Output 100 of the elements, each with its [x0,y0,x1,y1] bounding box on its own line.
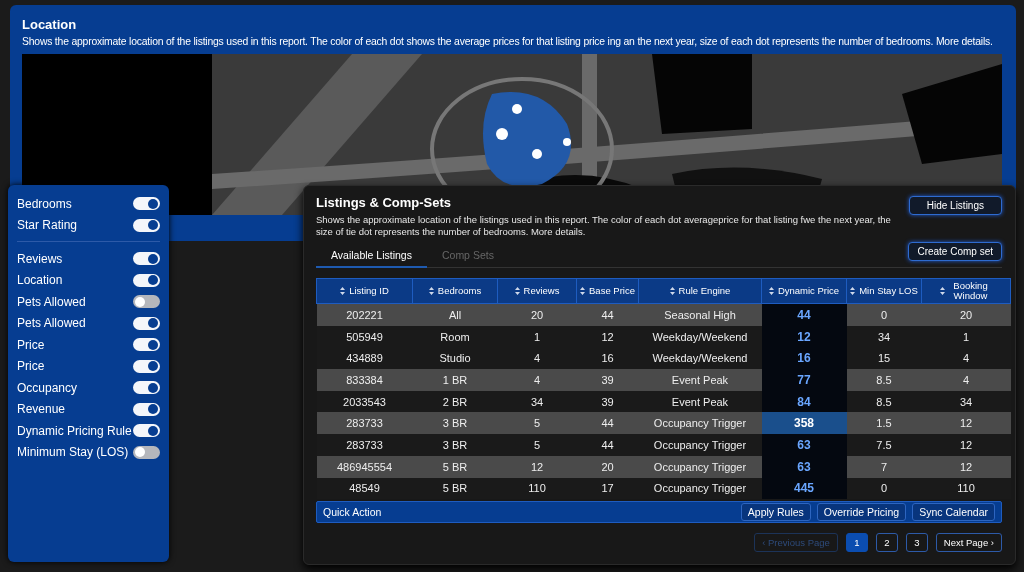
table-cell: 12 [921,434,1011,456]
sort-icon [580,286,586,295]
column-label: Min Stay LOS [859,285,918,296]
column-label: Rule Engine [678,285,731,296]
action-button[interactable]: Sync Calendar [912,503,995,522]
column-label: Bedrooms [437,285,482,296]
table-row[interactable]: 202221 All 20 44 Seasonal High 44 0 20 [316,303,1011,326]
table-row[interactable]: 434889 Studio 4 16 Weekday/Weekend 16 15 4 [316,347,1011,370]
table-cell: 5 [497,412,577,435]
column-label: Listing ID [349,285,389,296]
table-cell: 1.5 [846,412,922,435]
sort-icon [850,286,856,295]
sort-icon [939,287,945,295]
table-cell: 44 [576,434,639,456]
table-row[interactable]: 486945554 5 BR 12 20 Occupancy Trigger 63 7 12 [316,455,1011,478]
filter-label: Reviews [17,251,63,266]
sort-icon [340,286,346,295]
table-cell: 833384 [316,369,413,391]
filter-label: Pets Allowed [17,316,86,331]
filter-label: Price [17,337,45,352]
column-header[interactable]: Dynamic Price [761,278,847,304]
page-button[interactable]: 1 [845,533,868,553]
table-row[interactable]: 2033543 2 BR 34 39 Event Peak 84 8.5 34 [316,390,1011,413]
price-cell: 358 [761,412,847,435]
column-label: Booking Window [952,281,989,301]
table-cell: Event Peak [638,369,762,391]
table-cell: Occupancy Trigger [638,412,762,435]
column-header[interactable]: Reviews [497,278,577,304]
table-cell: 3 BR [412,412,498,435]
action-button[interactable]: Apply Rules [740,503,811,522]
column-header[interactable]: Listing ID [316,278,413,304]
table-cell: Occupancy Trigger [638,434,762,456]
filter-label: Minimum Stay (LOS) [17,445,129,460]
column-header[interactable]: Base Price [576,278,639,304]
panel-description: Shows the approximate location of the listings used in this report. The color of each dot averageprice for that listing fwe the next year, the size of tie dot represents the number of bedrooms. More details. [316,214,892,238]
toggle-switch[interactable] [133,338,160,352]
filter-label: Occupancy [17,380,78,395]
hide-listings-button[interactable]: Hide Listings [908,196,1002,215]
toggle-switch[interactable] [133,252,160,266]
table-cell: 202221 [316,303,413,326]
table-cell: 283733 [316,412,413,435]
column-header[interactable]: Booking Window [921,278,1011,304]
table-row[interactable]: 505949 Room 1 12 Weekday/Weekend 12 34 1 [316,325,1011,348]
toggle-switch[interactable] [133,218,160,232]
filter-label: Price [17,359,45,374]
panel-title: Listings & Comp-Sets [316,195,453,210]
table-row[interactable]: 283733 3 BR 5 44 Occupancy Trigger 63 7.5 12 [316,434,1011,456]
table-row[interactable]: 833384 1 BR 4 39 Event Peak 77 8.5 4 [316,369,1011,391]
table-cell: 7.5 [846,434,922,456]
price-cell: 16 [761,347,847,370]
table-cell: 283733 [316,434,413,456]
panel-description: Shows the approximate location of the listings used in this report. The color of each dot shows the average prices for that listing price ing an the next year, size of each dot represents the number of bedrooms. More details. [22,35,993,48]
sort-icon [669,286,675,295]
tab[interactable]: Available Listings [316,245,427,268]
table-cell: 3 BR [412,434,498,456]
table-cell: 39 [576,369,639,391]
table-row[interactable]: 283733 3 BR 5 44 Occupancy Trigger 358 1.5 12 [316,412,1011,435]
table-cell: 5 [497,434,577,456]
page-button[interactable]: 2 [875,533,898,553]
column-label: Base Price [589,285,635,296]
filter-label: Pets Allowed [17,294,86,309]
filter-label: Dynamic Pricing Rule [17,423,132,438]
next-page-button[interactable]: Next Page › [935,533,1002,553]
table-cell: 4 [497,369,577,391]
toggle-switch[interactable] [133,381,160,395]
panel-title: Location [22,17,78,32]
column-header[interactable]: Min Stay LOS [846,278,922,304]
table-cell: 44 [576,412,639,435]
toggle-switch[interactable] [133,402,160,416]
table-cell: 2033543 [316,390,413,413]
table-cell: 486945554 [316,455,413,478]
toggle-switch[interactable] [133,295,160,309]
toggle-switch[interactable] [133,445,160,459]
table-cell: 1 BR [412,369,498,391]
column-header[interactable]: Rule Engine [638,278,762,304]
price-cell: 63 [761,434,847,456]
table-cell: 15 [846,347,922,370]
price-cell: 77 [761,369,847,391]
sort-icon [768,286,774,295]
table-row[interactable]: 48549 5 BR 110 17 Occupancy Trigger 445 0 110 [316,477,1011,500]
filter-label: Bedrooms [17,196,72,211]
filter-label: Star Rating [17,218,78,233]
toggle-switch[interactable] [133,359,160,373]
create-button[interactable]: Create Comp set [908,242,1002,261]
sort-icon [428,286,434,295]
toggle-switch[interactable] [133,424,160,438]
toggle-switch[interactable] [133,316,160,330]
page-button[interactable]: 3 [905,533,928,553]
table-cell: 4 [921,369,1011,391]
filter-label: Location [17,273,63,288]
column-header[interactable]: Bedrooms [412,278,498,304]
sort-icon [514,286,520,295]
table-cell: 8.5 [846,369,922,391]
table-cell: 12 [921,412,1011,435]
toggle-switch[interactable] [133,273,160,287]
table-cell: Weekday/Weekend [638,347,762,370]
toggle-switch[interactable] [133,197,160,211]
bar-label: Quick Action [323,506,382,519]
filter-label: Revenue [17,402,66,417]
action-button[interactable]: Override Pricing [816,503,907,522]
